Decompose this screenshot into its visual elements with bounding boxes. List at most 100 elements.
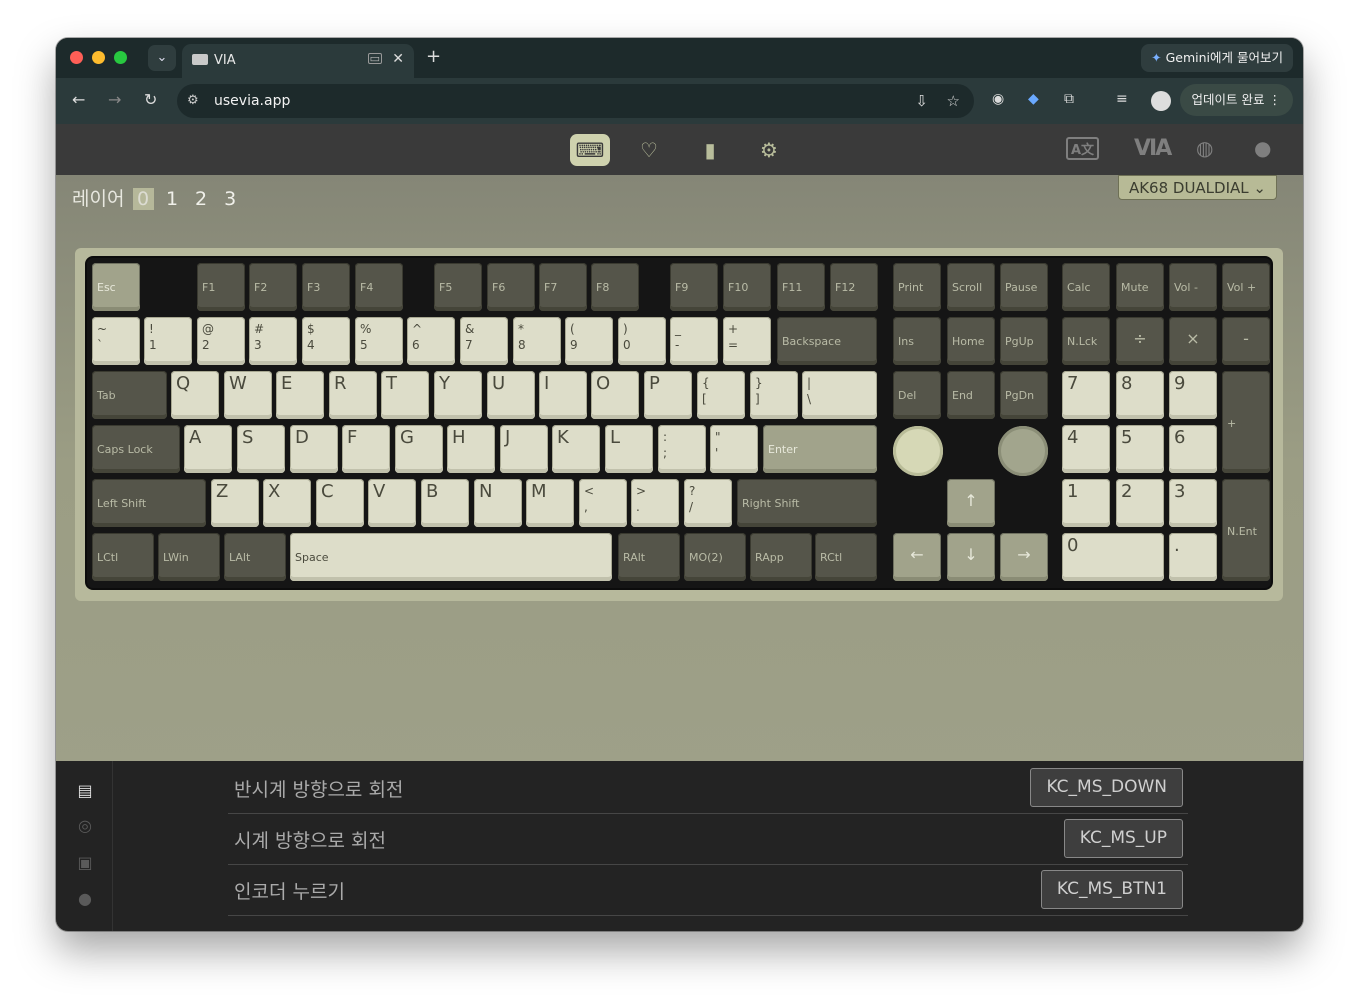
settings-gear-icon[interactable]: ⚙ xyxy=(749,134,789,166)
back-icon[interactable]: ← xyxy=(72,90,85,109)
key-a[interactable]: A xyxy=(184,425,232,473)
key-p8[interactable]: 8 xyxy=(1116,371,1164,419)
key-semi[interactable]: :; xyxy=(658,425,706,473)
key-rshift[interactable]: Right Shift xyxy=(737,479,877,527)
key-ralt[interactable]: RAlt xyxy=(618,533,680,581)
key-quote[interactable]: " ' xyxy=(710,425,758,473)
key-d[interactable]: D xyxy=(290,425,338,473)
key-f3[interactable]: F3 xyxy=(302,263,350,311)
key-p4[interactable]: 4 xyxy=(1062,425,1110,473)
key-rctl[interactable]: RCtl xyxy=(815,533,877,581)
key-e[interactable]: E xyxy=(276,371,324,419)
key-n1[interactable]: ! 1 xyxy=(144,317,192,365)
key-grave[interactable]: ~ ` xyxy=(92,317,140,365)
key-pminus[interactable]: - xyxy=(1222,317,1270,365)
key-p2[interactable]: 2 xyxy=(1116,479,1164,527)
key-nlck[interactable]: N.Lck xyxy=(1062,317,1110,365)
extensions-puzzle-icon[interactable]: ⧉ xyxy=(1064,91,1074,107)
key-dot[interactable]: >. xyxy=(631,479,679,527)
key-comma[interactable]: <, xyxy=(579,479,627,527)
update-button[interactable]: 업데이트 완료 ⋮ xyxy=(1179,84,1293,116)
key-g[interactable]: G xyxy=(395,425,443,473)
key-f5[interactable]: F5 xyxy=(434,263,482,311)
key-p9[interactable]: 9 xyxy=(1169,371,1217,419)
key-q[interactable]: Q xyxy=(171,371,219,419)
key-lshift[interactable]: Left Shift xyxy=(92,479,206,527)
key-rapp[interactable]: RApp xyxy=(750,533,812,581)
key-x[interactable]: X xyxy=(263,479,311,527)
encoder-icon[interactable]: ◎ xyxy=(76,816,94,835)
key-b[interactable]: B xyxy=(421,479,469,527)
key-rbr[interactable]: }] xyxy=(750,371,798,419)
key-esc[interactable]: Esc xyxy=(92,263,140,311)
key-t[interactable]: T xyxy=(381,371,429,419)
key-f10[interactable]: F10 xyxy=(723,263,771,311)
key-p6[interactable]: 6 xyxy=(1169,425,1217,473)
key-backspace[interactable]: Backspace xyxy=(777,317,877,365)
test-stethoscope-icon[interactable]: ♡ xyxy=(629,134,669,166)
minimize-window-button[interactable] xyxy=(92,51,105,64)
key-left[interactable]: ← xyxy=(893,533,941,581)
layer-2[interactable]: 2 xyxy=(191,188,212,210)
encoder-knob-2[interactable] xyxy=(998,426,1048,476)
key-mo2[interactable]: MO(2) xyxy=(684,533,746,581)
key-s[interactable]: S xyxy=(237,425,285,473)
reload-icon[interactable]: ↻ xyxy=(144,90,157,109)
tab-via[interactable]: VIA ▭ ✕ xyxy=(182,44,414,78)
gemini-button[interactable]: ✦ Gemini에게 물어보기 xyxy=(1141,44,1293,72)
keymap-book-icon[interactable]: ▤ xyxy=(76,781,94,800)
profile-avatar[interactable] xyxy=(1151,91,1171,111)
lightbulb-icon[interactable]: ● xyxy=(76,889,94,908)
site-info-icon[interactable]: ⚙ xyxy=(187,93,199,108)
forward-icon[interactable]: → xyxy=(108,90,121,109)
key-lwin[interactable]: LWin xyxy=(158,533,220,581)
key-caps[interactable]: Caps Lock xyxy=(92,425,180,473)
key-w[interactable]: W xyxy=(224,371,272,419)
key-k[interactable]: K xyxy=(552,425,600,473)
key-n6[interactable]: ^ 6 xyxy=(407,317,455,365)
key-pause[interactable]: Pause xyxy=(1000,263,1048,311)
key-n5[interactable]: % 5 xyxy=(355,317,403,365)
extension-gem-icon[interactable]: ◆ xyxy=(1028,91,1039,107)
key-p5[interactable]: 5 xyxy=(1116,425,1164,473)
key-minus[interactable]: _ - xyxy=(670,317,718,365)
key-f1[interactable]: F1 xyxy=(197,263,245,311)
key-n4[interactable]: $4 xyxy=(302,317,350,365)
key-lctl[interactable]: LCtl xyxy=(92,533,154,581)
key-n0[interactable]: ) 0 xyxy=(618,317,666,365)
key-i[interactable]: I xyxy=(539,371,587,419)
key-down[interactable]: ↓ xyxy=(947,533,995,581)
reading-list-icon[interactable]: ≡ xyxy=(1116,91,1128,107)
key-home[interactable]: Home xyxy=(947,317,995,365)
key-p[interactable]: P xyxy=(644,371,692,419)
encoder-keycode-button[interactable]: KC_MS_DOWN xyxy=(1030,768,1183,807)
key-n2[interactable]: @2 xyxy=(197,317,245,365)
key-c[interactable]: C xyxy=(316,479,364,527)
layer-0[interactable]: 0 xyxy=(132,188,154,210)
key-lbr[interactable]: {[ xyxy=(697,371,745,419)
key-pent[interactable]: N.Ent xyxy=(1222,479,1270,581)
language-icon[interactable]: A文 xyxy=(1066,137,1100,160)
key-r[interactable]: R xyxy=(329,371,377,419)
key-f11[interactable]: F11 xyxy=(777,263,825,311)
key-f9[interactable]: F9 xyxy=(670,263,718,311)
key-end[interactable]: End xyxy=(947,371,995,419)
key-pdiv[interactable]: ÷ xyxy=(1116,317,1164,365)
address-bar[interactable]: ⚙ usevia.app ⇩ ☆ xyxy=(177,84,974,118)
encoder-knob-1[interactable] xyxy=(893,426,943,476)
key-n8[interactable]: * 8 xyxy=(513,317,561,365)
key-tab[interactable]: Tab xyxy=(92,371,167,419)
design-brush-icon[interactable]: ▮ xyxy=(690,134,730,166)
key-mute[interactable]: Mute xyxy=(1116,263,1164,311)
discord-icon[interactable]: ◍ xyxy=(1196,136,1213,160)
key-del[interactable]: Del xyxy=(893,371,941,419)
key-p1[interactable]: 1 xyxy=(1062,479,1110,527)
key-ins[interactable]: Ins xyxy=(893,317,941,365)
key-f6[interactable]: F6 xyxy=(487,263,535,311)
install-app-icon[interactable]: ⇩ xyxy=(915,92,928,110)
close-window-button[interactable] xyxy=(70,51,83,64)
key-bslash[interactable]: | \ xyxy=(802,371,877,419)
via-logo-icon[interactable]: VIA xyxy=(1134,136,1172,161)
new-tab-button[interactable]: + xyxy=(426,46,441,67)
key-equal[interactable]: + = xyxy=(723,317,771,365)
